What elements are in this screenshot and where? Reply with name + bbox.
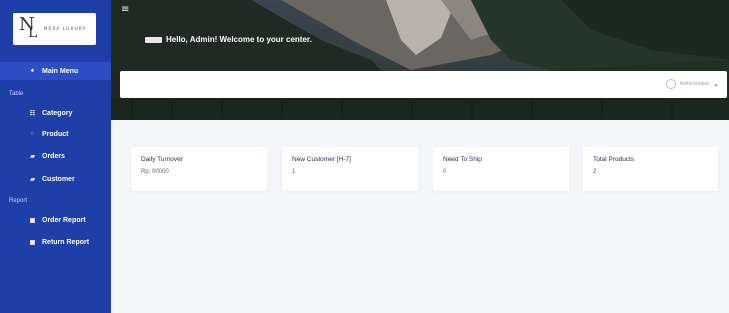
- orders-icon: ▰: [30, 153, 35, 160]
- profile-name: Administrator: [679, 81, 710, 87]
- stat-card-need-to-ship: Need To Ship 0: [433, 147, 569, 191]
- product-icon: ◌: [30, 131, 35, 137]
- card-value: 2: [593, 169, 597, 175]
- sidebar-item-product[interactable]: ◌ Product: [0, 125, 111, 143]
- profile-dropdown[interactable]: Administrator ⌄: [665, 79, 719, 89]
- sidebar-section-report: Report: [9, 198, 28, 204]
- sidebar-item-orders[interactable]: ▰ Orders: [0, 147, 111, 165]
- sidebar-item-label: Return Report: [42, 238, 90, 246]
- sidebar: N L NEXA LUXURY ♠ Main Menu Table ☷ Cate…: [0, 0, 111, 313]
- user-name-chip: [145, 37, 162, 43]
- mountain-background: [111, 0, 729, 120]
- sidebar-section-table: Table: [9, 91, 24, 97]
- report-icon: ▣: [29, 217, 36, 224]
- card-label: New Customer [H-7]: [292, 156, 351, 163]
- card-value: 0: [443, 169, 447, 175]
- sidebar-item-order-report[interactable]: ▣ Order Report: [0, 211, 111, 229]
- sidebar-item-label: Customer: [42, 175, 75, 183]
- sidebar-item-label: Product: [42, 130, 69, 138]
- avatar: [665, 79, 676, 89]
- logo-mark-l: L: [28, 25, 38, 41]
- logo-mark: N L: [19, 16, 41, 42]
- home-icon: ♠: [30, 68, 35, 74]
- chevron-down-icon[interactable]: ⌄: [713, 80, 719, 88]
- menu-toggle-icon[interactable]: ≡: [121, 5, 131, 15]
- sidebar-item-customer[interactable]: ▰ Customer: [0, 170, 111, 188]
- sidebar-item-label: Orders: [42, 152, 65, 160]
- logo-text: NEXA LUXURY: [44, 26, 87, 32]
- category-icon: ☷: [29, 110, 36, 117]
- sidebar-item-return-report[interactable]: ▣ Return Report: [0, 233, 111, 251]
- sidebar-item-label: Order Report: [42, 216, 86, 224]
- sidebar-item-main-menu[interactable]: ♠ Main Menu: [0, 62, 111, 80]
- customer-icon: ▰: [30, 176, 35, 183]
- card-value: Rp. 00000: [141, 169, 169, 175]
- card-label: Need To Ship: [443, 156, 482, 163]
- card-label: Daily Turnover: [141, 156, 183, 163]
- logo[interactable]: N L NEXA LUXURY: [13, 13, 96, 45]
- top-bar: Administrator ⌄: [120, 71, 727, 98]
- sidebar-item-label: Main Menu: [42, 67, 79, 75]
- card-label: Total Products: [593, 156, 635, 163]
- welcome-message: Hello, Admin! Welcome to your center.: [166, 35, 312, 44]
- sidebar-item-label: Category: [42, 109, 73, 117]
- report-icon: ▣: [29, 239, 36, 246]
- card-value: 1: [292, 169, 296, 175]
- stat-card-daily-turnover: Daily Turnover Rp. 00000: [131, 147, 267, 191]
- stat-card-total-products: Total Products 2: [583, 147, 718, 191]
- stat-card-new-customer: New Customer [H-7] 1: [282, 147, 418, 191]
- header-banner: ≡ Hello, Admin! Welcome to your center.: [111, 0, 729, 120]
- sidebar-item-category[interactable]: ☷ Category: [0, 104, 111, 122]
